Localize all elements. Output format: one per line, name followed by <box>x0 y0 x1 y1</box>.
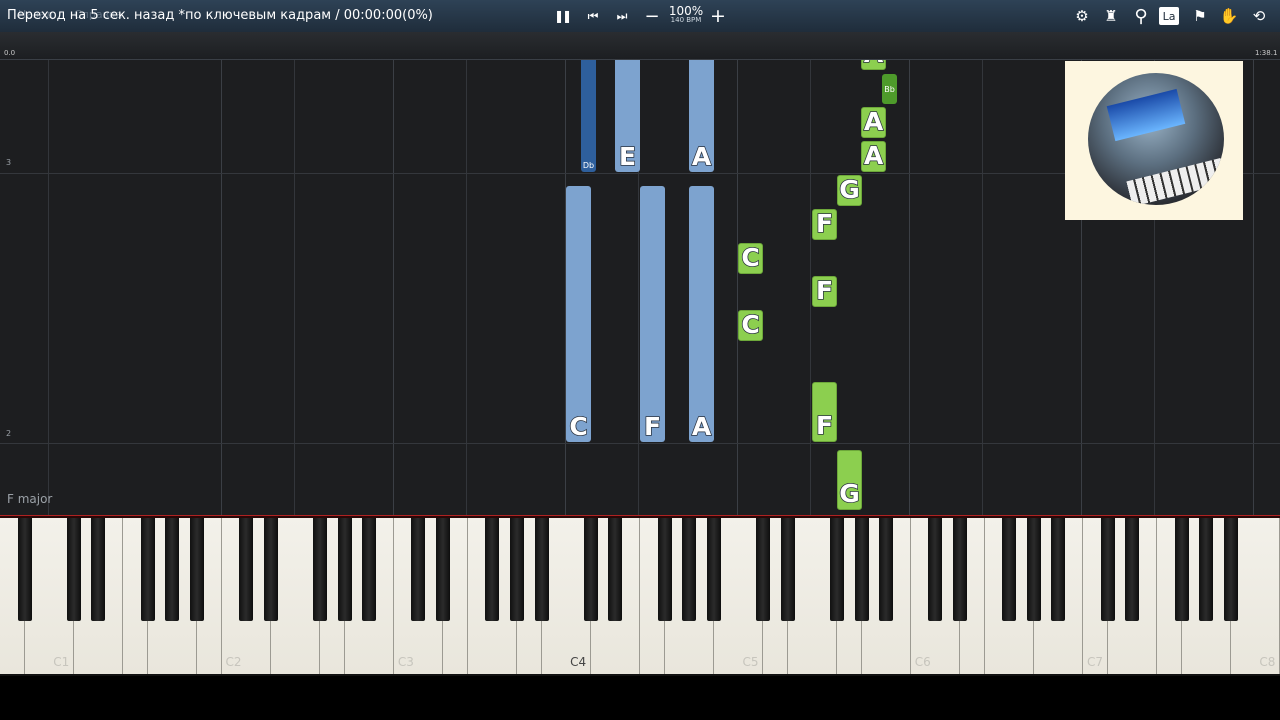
octave-label: C2 <box>225 655 242 669</box>
falling-note: A <box>861 106 886 138</box>
black-key[interactable] <box>509 518 524 621</box>
measure-number: 3 <box>6 158 12 167</box>
black-key[interactable] <box>928 518 943 621</box>
octave-label: C7 <box>1087 655 1104 669</box>
falling-note: A <box>861 60 886 70</box>
black-key[interactable] <box>854 518 869 621</box>
channel-thumbnail <box>1065 61 1243 220</box>
falling-note: F <box>812 382 837 442</box>
black-key[interactable] <box>583 518 598 621</box>
black-key[interactable] <box>534 518 549 621</box>
hand-icon[interactable]: ✋ <box>1218 5 1240 27</box>
octave-label: C5 <box>742 655 759 669</box>
black-key[interactable] <box>312 518 327 621</box>
black-key[interactable] <box>879 518 894 621</box>
black-key[interactable] <box>706 518 721 621</box>
toolbar: Назад Справка Переход на 5 сек. назад *п… <box>0 0 1280 32</box>
black-key[interactable] <box>682 518 697 621</box>
black-key[interactable] <box>1026 518 1041 621</box>
falling-note: G <box>837 174 862 206</box>
falling-note: F <box>812 275 837 307</box>
falling-note: A <box>861 140 886 172</box>
speed-down-icon[interactable]: − <box>642 5 662 27</box>
black-key[interactable] <box>657 518 672 621</box>
black-key[interactable] <box>140 518 155 621</box>
measure-number: 2 <box>6 429 12 438</box>
loop-icon[interactable]: ⟲ <box>1248 5 1270 27</box>
bottom-bar <box>0 676 1280 720</box>
black-key[interactable] <box>165 518 180 621</box>
next-icon[interactable]: ⏭ <box>612 5 632 27</box>
black-key[interactable] <box>1199 518 1214 621</box>
black-key[interactable] <box>1223 518 1238 621</box>
falling-note: A <box>689 60 714 172</box>
tempo-bpm: 140 BPM <box>670 16 702 24</box>
falling-note: F <box>812 208 837 240</box>
status-text: Переход на 5 сек. назад *по ключевым кад… <box>7 8 433 23</box>
white-key[interactable] <box>1255 518 1280 674</box>
falling-note: A <box>689 186 714 442</box>
falling-note: F <box>640 186 665 442</box>
black-key[interactable] <box>91 518 106 621</box>
black-key[interactable] <box>189 518 204 621</box>
pause-icon[interactable]: ❚❚ <box>552 5 572 27</box>
octave-label: C1 <box>53 655 70 669</box>
settings-icon[interactable]: ⚙ <box>1071 5 1093 27</box>
black-key[interactable] <box>1174 518 1189 621</box>
black-key[interactable] <box>952 518 967 621</box>
falling-note: E <box>615 60 640 172</box>
piano-keyboard[interactable]: C1 C2 C3 C4 C5 C6 C7 C8 <box>0 518 1280 676</box>
key-signature: F major <box>7 492 53 506</box>
falling-note: C <box>566 186 591 442</box>
black-key[interactable] <box>485 518 500 621</box>
black-key[interactable] <box>608 518 623 621</box>
bookmark-icon[interactable]: ⚑ <box>1189 5 1211 27</box>
keyboard-photo <box>1088 73 1224 205</box>
timeline-start: 0.0 <box>4 49 16 57</box>
metronome-icon[interactable]: ♜ <box>1100 5 1122 27</box>
octave-label: C3 <box>397 655 414 669</box>
black-key[interactable] <box>239 518 254 621</box>
black-key[interactable] <box>1125 518 1140 621</box>
black-key[interactable] <box>263 518 278 621</box>
black-key[interactable] <box>1051 518 1066 621</box>
falling-note: Bb <box>882 74 897 104</box>
black-key[interactable] <box>829 518 844 621</box>
black-key[interactable] <box>780 518 795 621</box>
falling-note: C <box>738 309 763 341</box>
search-icon[interactable]: ⚲ <box>1130 5 1152 27</box>
black-key[interactable] <box>1100 518 1115 621</box>
falling-note: C <box>738 242 763 274</box>
octave-label: C8 <box>1259 655 1276 669</box>
black-key[interactable] <box>756 518 771 621</box>
black-key[interactable] <box>436 518 451 621</box>
octave-label: C6 <box>914 655 931 669</box>
black-key[interactable] <box>337 518 352 621</box>
speed-up-icon[interactable]: + <box>708 5 728 27</box>
black-key[interactable] <box>66 518 81 621</box>
falling-note: G <box>837 450 862 510</box>
black-key[interactable] <box>1002 518 1017 621</box>
timeline-bar[interactable]: 0.0 1:38.1 <box>0 32 1280 60</box>
previous-icon[interactable]: ⏮ <box>583 5 603 27</box>
speed-readout: 100% 140 BPM <box>668 5 704 24</box>
timeline-end: 1:38.1 <box>1255 49 1278 57</box>
black-key[interactable] <box>362 518 377 621</box>
black-key[interactable] <box>411 518 426 621</box>
black-key[interactable] <box>17 518 32 621</box>
falling-note: Db <box>581 60 596 172</box>
octave-label: C4 <box>570 655 587 669</box>
note-labels-icon[interactable]: La <box>1159 7 1179 25</box>
